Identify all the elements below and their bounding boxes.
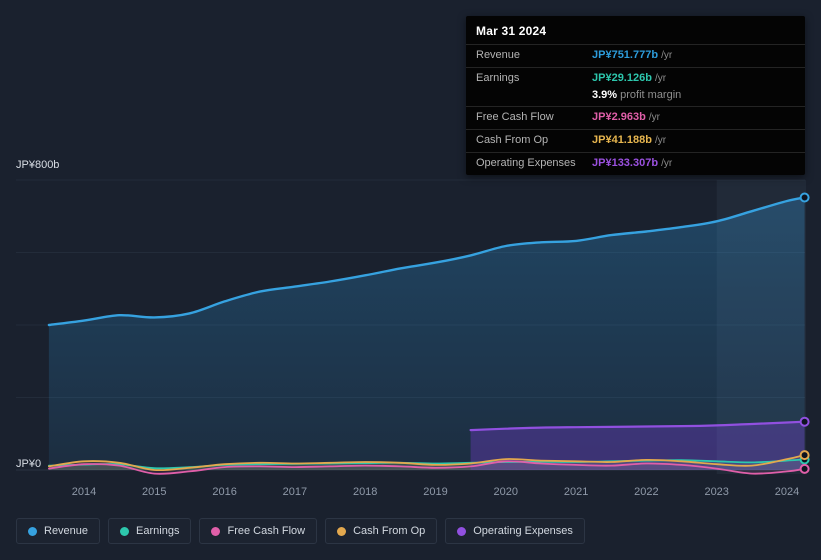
tooltip-profit-margin: 3.9% profit margin	[592, 89, 682, 101]
cash-from-op-dot-icon	[337, 526, 347, 536]
x-axis-label-2023: 2023	[704, 486, 729, 498]
y-axis-label-0: JP¥0	[16, 458, 42, 470]
x-axis-label-2016: 2016	[212, 486, 237, 498]
legend-item-earnings[interactable]: Earnings	[108, 518, 192, 544]
legend-item-revenue[interactable]: Revenue	[16, 518, 101, 544]
data-tooltip: Mar 31 2024 Revenue JP¥751.777b /yr Earn…	[466, 16, 805, 175]
legend-item-cash-from-op[interactable]: Cash From Op	[325, 518, 438, 544]
revenue-dot-icon	[28, 526, 37, 536]
legend: Revenue Earnings Free Cash Flow Cash From O…	[16, 518, 585, 544]
x-axis-label-2020: 2020	[493, 486, 519, 498]
tooltip-row-earnings: Earnings JP¥29.126b /yr 3.9% profit marg…	[466, 67, 805, 106]
x-axis-label-2021: 2021	[563, 486, 589, 498]
x-axis-label-2017: 2017	[282, 486, 308, 498]
tooltip-fcf-label: Free Cash Flow	[476, 111, 554, 123]
earnings-dot-icon	[120, 526, 130, 536]
tooltip-row-operating-expenses: Operating Expenses JP¥133.307b /yr	[466, 152, 805, 175]
operating-expenses-dot-icon	[457, 526, 467, 536]
tooltip-fcf-value: JP¥2.963b /yr	[592, 111, 660, 123]
tooltip-opex-label: Operating Expenses	[476, 157, 576, 169]
x-axis-label-2024: 2024	[774, 486, 800, 498]
endpoint-cash-from-op	[799, 450, 810, 461]
free-cash-flow-dot-icon	[211, 526, 221, 536]
tooltip-row-cash-from-op: Cash From Op JP¥41.188b /yr	[466, 129, 805, 152]
endpoint-operating-expenses	[799, 416, 810, 427]
x-axis-label-2014: 2014	[71, 486, 97, 498]
tooltip-opex-value: JP¥133.307b /yr	[592, 157, 673, 169]
x-axis-label-2022: 2022	[634, 486, 659, 498]
legend-item-free-cash-flow[interactable]: Free Cash Flow	[199, 518, 318, 544]
tooltip-date: Mar 31 2024	[476, 24, 547, 38]
x-axis-label-2015: 2015	[142, 486, 167, 498]
y-axis-label-800b: JP¥800b	[16, 159, 60, 171]
earnings-revenue-chart-page: JP¥800b JP¥0 2014 2015 2016 2017 2018 2019 202…	[0, 0, 821, 560]
legend-label: Earnings	[136, 525, 180, 537]
tooltip-row-revenue: Revenue JP¥751.777b /yr	[466, 44, 805, 67]
tooltip-revenue-label: Revenue	[476, 49, 521, 61]
endpoint-free-cash-flow	[799, 463, 810, 474]
tooltip-earnings-label: Earnings	[476, 72, 520, 84]
legend-label: Revenue	[44, 525, 89, 537]
tooltip-cashop-label: Cash From Op	[476, 134, 549, 146]
tooltip-earnings-value: JP¥29.126b /yr	[592, 72, 667, 84]
x-axis-label-2019: 2019	[423, 486, 448, 498]
endpoint-revenue	[799, 192, 810, 203]
tooltip-row-free-cash-flow: Free Cash Flow JP¥2.963b /yr	[466, 106, 805, 129]
legend-label: Operating Expenses	[473, 525, 573, 537]
legend-item-operating-expenses[interactable]: Operating Expenses	[445, 518, 585, 544]
tooltip-cashop-value: JP¥41.188b /yr	[592, 134, 667, 146]
x-axis-label-2018: 2018	[352, 486, 378, 498]
legend-label: Cash From Op	[353, 525, 426, 537]
highlight-band	[716, 180, 806, 474]
tooltip-revenue-value: JP¥751.777b /yr	[592, 49, 673, 61]
legend-label: Free Cash Flow	[227, 525, 306, 537]
